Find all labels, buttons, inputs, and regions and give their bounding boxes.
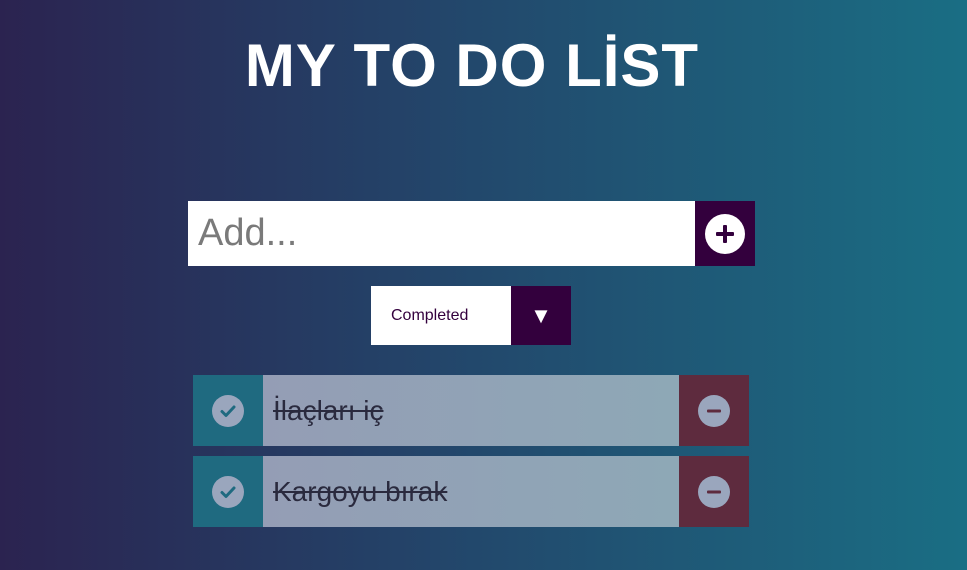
minus-circle-icon — [698, 475, 730, 508]
todo-list: İlaçları iç Kargoyu bırak — [193, 375, 749, 537]
delete-button[interactable] — [679, 456, 749, 527]
plus-circle-icon — [705, 213, 745, 254]
todo-text: İlaçları iç — [263, 375, 679, 446]
page-title: MY TO DO LİST — [244, 32, 700, 99]
complete-button[interactable] — [193, 375, 263, 446]
todo-item: Kargoyu bırak — [193, 456, 749, 527]
todo-item: İlaçları iç — [193, 375, 749, 446]
filter-select[interactable]: Completed ▼ — [371, 286, 571, 345]
check-circle-icon — [212, 475, 244, 508]
add-todo-form — [188, 201, 755, 266]
filter-selected-value[interactable]: Completed — [371, 286, 511, 345]
complete-button[interactable] — [193, 456, 263, 527]
add-todo-input[interactable] — [188, 201, 695, 266]
chevron-down-icon[interactable]: ▼ — [511, 286, 571, 345]
delete-button[interactable] — [679, 375, 749, 446]
todo-text: Kargoyu bırak — [263, 456, 679, 527]
minus-circle-icon — [698, 394, 730, 427]
add-todo-button[interactable] — [695, 201, 755, 266]
check-circle-icon — [212, 394, 244, 427]
